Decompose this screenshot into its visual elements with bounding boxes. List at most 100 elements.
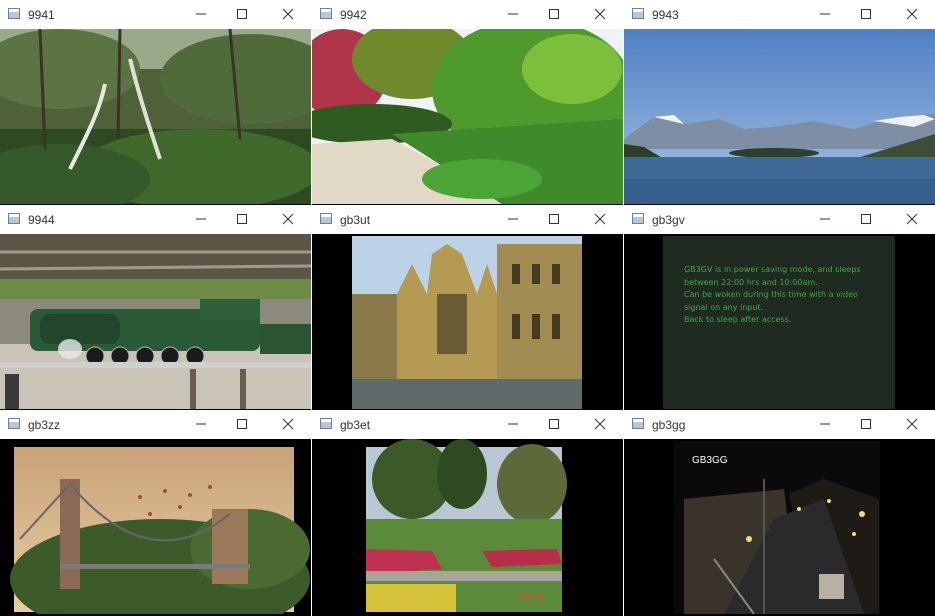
- maximize-button[interactable]: [232, 415, 252, 433]
- video-window-9941[interactable]: 9941: [0, 0, 311, 206]
- maximize-icon: [237, 419, 247, 429]
- video-window-gb3zz[interactable]: gb3zz: [0, 410, 311, 616]
- video-feed: [0, 29, 311, 204]
- video-window-gb3gv[interactable]: gb3gv GB3GV is in power saving mode, and…: [624, 205, 935, 411]
- title-bar[interactable]: gb3ut: [312, 205, 623, 234]
- app-window-icon: [632, 418, 644, 429]
- close-button[interactable]: [590, 5, 610, 23]
- title-bar[interactable]: gb3gv: [624, 205, 935, 234]
- cathedral-scene: [312, 234, 623, 409]
- close-button[interactable]: [902, 415, 922, 433]
- maximize-icon: [861, 214, 871, 224]
- video-feed: [0, 234, 311, 409]
- close-icon: [282, 418, 294, 430]
- close-button[interactable]: [278, 210, 298, 228]
- close-button[interactable]: [902, 210, 922, 228]
- title-bar[interactable]: 9942: [312, 0, 623, 29]
- maximize-button[interactable]: [544, 5, 564, 23]
- app-window-icon: [8, 8, 20, 19]
- app-window-icon: [320, 418, 332, 429]
- close-button[interactable]: [590, 415, 610, 433]
- window-title: gb3et: [340, 418, 371, 432]
- minimize-button[interactable]: [191, 415, 211, 433]
- window-title: 9941: [28, 8, 55, 22]
- video-window-9944[interactable]: 9944: [0, 205, 311, 411]
- window-title: gb3ut: [340, 213, 371, 227]
- video-datestamp: 2-5 002: [517, 594, 547, 602]
- title-bar[interactable]: 9944: [0, 205, 311, 234]
- window-title: gb3zz: [28, 418, 61, 432]
- video-feed: GB3GG: [624, 439, 935, 614]
- maximize-button[interactable]: [232, 5, 252, 23]
- maximize-button[interactable]: [856, 210, 876, 228]
- close-icon: [594, 8, 606, 20]
- maximize-button[interactable]: [232, 210, 252, 228]
- title-bar[interactable]: 9943: [624, 0, 935, 29]
- close-icon: [282, 213, 294, 225]
- title-bar[interactable]: gb3et: [312, 410, 623, 439]
- close-button[interactable]: [902, 5, 922, 23]
- title-bar[interactable]: 9941: [0, 0, 311, 29]
- garden-scene: [312, 29, 623, 204]
- maximize-button[interactable]: [544, 210, 564, 228]
- minimize-button[interactable]: [503, 415, 523, 433]
- video-window-gb3et[interactable]: gb3et 2-5 002: [312, 410, 623, 616]
- minimize-button[interactable]: [503, 210, 523, 228]
- close-button[interactable]: [590, 210, 610, 228]
- park-scene: [312, 439, 623, 614]
- video-feed: [624, 29, 935, 204]
- forest-scene: [0, 29, 311, 204]
- video-feed: GB3GV is in power saving mode, and sleep…: [624, 234, 935, 409]
- window-title: gb3gv: [652, 213, 685, 227]
- minimize-icon: [820, 13, 830, 15]
- maximize-icon: [549, 9, 559, 19]
- app-window-icon: [632, 213, 644, 224]
- video-feed: [0, 439, 311, 614]
- maximize-icon: [861, 9, 871, 19]
- close-icon: [906, 418, 918, 430]
- night-street-scene: [624, 439, 935, 614]
- window-title: 9942: [340, 8, 367, 22]
- title-bar[interactable]: gb3gg: [624, 410, 935, 439]
- osd-line: Can be woken during this time with a vid…: [684, 290, 858, 299]
- minimize-button[interactable]: [191, 5, 211, 23]
- close-button[interactable]: [278, 415, 298, 433]
- close-button[interactable]: [278, 5, 298, 23]
- minimize-button[interactable]: [191, 210, 211, 228]
- maximize-button[interactable]: [856, 415, 876, 433]
- window-title: gb3gg: [652, 418, 686, 432]
- minimize-button[interactable]: [815, 5, 835, 23]
- minimize-button[interactable]: [815, 415, 835, 433]
- minimize-icon: [196, 218, 206, 220]
- maximize-button[interactable]: [856, 5, 876, 23]
- station-callsign: GB3GG: [692, 455, 728, 466]
- window-title: 9944: [28, 213, 55, 227]
- maximize-button[interactable]: [544, 415, 564, 433]
- video-window-9942[interactable]: 9942: [312, 0, 623, 206]
- video-window-gb3ut[interactable]: gb3ut: [312, 205, 623, 411]
- minimize-button[interactable]: [503, 5, 523, 23]
- maximize-icon: [549, 214, 559, 224]
- power-saving-message: GB3GV is in power saving mode, and sleep…: [684, 264, 861, 327]
- maximize-icon: [237, 9, 247, 19]
- osd-line: Back to sleep after access.: [684, 315, 792, 324]
- close-icon: [594, 213, 606, 225]
- video-window-9943[interactable]: 9943: [624, 0, 935, 206]
- osd-line: between 22:00 hrs and 10:00am.: [684, 277, 818, 287]
- app-window-icon: [8, 418, 20, 429]
- minimize-icon: [508, 423, 518, 425]
- close-icon: [906, 8, 918, 20]
- app-window-icon: [320, 8, 332, 19]
- minimize-button[interactable]: [815, 210, 835, 228]
- osd-line: signal on any input.: [684, 302, 764, 312]
- video-window-gb3gg[interactable]: gb3gg GB3GG: [624, 410, 935, 616]
- maximize-icon: [237, 214, 247, 224]
- lake-scene: [624, 29, 935, 204]
- minimize-icon: [820, 423, 830, 425]
- bridge-scene: [0, 439, 311, 614]
- minimize-icon: [196, 423, 206, 425]
- minimize-icon: [508, 218, 518, 220]
- video-feed: 2-5 002: [312, 439, 623, 614]
- title-bar[interactable]: gb3zz: [0, 410, 311, 439]
- minimize-icon: [508, 13, 518, 15]
